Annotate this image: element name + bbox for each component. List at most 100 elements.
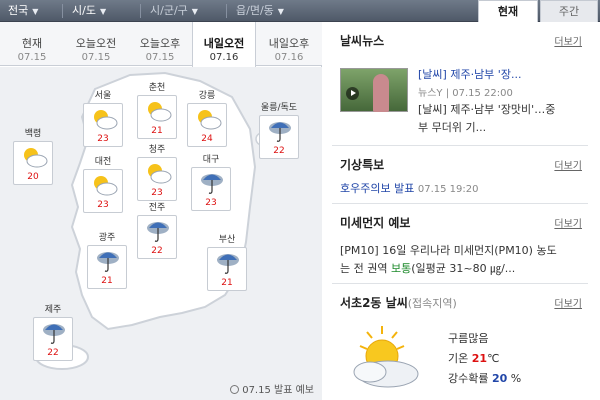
dust-level: 보통 bbox=[390, 262, 412, 275]
divider bbox=[140, 4, 141, 18]
alert-text[interactable]: 호우주의보 발표 bbox=[340, 182, 414, 195]
partly-cloudy-icon bbox=[198, 110, 222, 130]
dust-line2[interactable]: 는 전 권역 보통(일평균 31~80 ㎍/... bbox=[340, 260, 588, 276]
tab-today-am[interactable]: 오늘오전 07.15 bbox=[64, 22, 128, 66]
location-town-select[interactable]: 읍/면/동 ▼ bbox=[228, 0, 310, 22]
weather-card: 22 bbox=[137, 215, 177, 259]
chevron-down-icon: ▼ bbox=[277, 7, 284, 16]
city-gwangju[interactable]: 광주 21 bbox=[84, 233, 130, 289]
news-headline: 제주·남부 '장... bbox=[450, 68, 522, 81]
temp-unit: ℃ bbox=[487, 352, 500, 365]
news-summary-line2[interactable]: 부 무더위 기... bbox=[418, 119, 588, 135]
more-link[interactable]: 더보기 bbox=[554, 33, 582, 48]
korea-map: 백령 20 서울 23 춘천 21 강릉 24 울릉/독도 22 대전 23 청… bbox=[0, 67, 322, 400]
partly-cloudy-icon bbox=[148, 164, 172, 184]
city-baengnyeong[interactable]: 백령 20 bbox=[10, 129, 56, 185]
more-link[interactable]: 더보기 bbox=[554, 215, 582, 230]
section-title: 서초2동 날씨(접속지역) bbox=[340, 294, 457, 311]
section-title: 미세먼지 예보 bbox=[340, 216, 411, 230]
city-jeonju[interactable]: 전주 22 bbox=[134, 203, 180, 259]
location-city-select[interactable]: 시/군/구 ▼ bbox=[142, 0, 224, 22]
section-title: 날씨뉴스 bbox=[340, 34, 385, 48]
toggle-weekly[interactable]: 주간 bbox=[540, 0, 598, 22]
tab-now[interactable]: 현재 07.15 bbox=[0, 22, 64, 66]
city-daejeon[interactable]: 대전 23 bbox=[80, 157, 126, 213]
local-rain-line: 강수확률 20 % bbox=[448, 370, 521, 386]
location-town-label: 읍/면/동 bbox=[236, 4, 274, 17]
location-country-select[interactable]: 전국 ▼ bbox=[0, 0, 60, 22]
weather-card: 23 bbox=[137, 157, 177, 201]
partly-cloudy-icon bbox=[353, 326, 419, 388]
weather-news-section: 날씨뉴스 더보기 [날씨] 제주·남부 '장... 뉴스Y | 07.15 22… bbox=[332, 22, 588, 146]
news-summary-line1[interactable]: [날씨] 제주·남부 '장맛비'…중 bbox=[418, 101, 588, 117]
more-link[interactable]: 더보기 bbox=[554, 295, 582, 310]
rain-icon bbox=[269, 122, 291, 142]
weather-card: 21 bbox=[137, 95, 177, 139]
city-name: 서울 bbox=[94, 91, 112, 101]
tab-date: 07.15 bbox=[145, 52, 175, 63]
news-video-thumbnail[interactable] bbox=[340, 68, 408, 112]
city-temp: 23 bbox=[97, 200, 109, 210]
rain-icon bbox=[201, 174, 223, 194]
time-tabs: 현재 07.15 오늘오전 07.15 오늘오후 07.15 내일오전 07.1… bbox=[0, 22, 322, 67]
weather-card: 20 bbox=[13, 141, 53, 185]
rain-icon bbox=[97, 252, 119, 272]
news-time: 07.15 22:00 bbox=[452, 88, 513, 99]
city-name: 청주 bbox=[148, 145, 166, 155]
city-gangneung[interactable]: 강릉 24 bbox=[184, 91, 230, 147]
clock-icon bbox=[230, 385, 240, 394]
location-province-select[interactable]: 시/도 ▼ bbox=[64, 0, 136, 22]
city-name: 백령 bbox=[24, 129, 42, 139]
tab-tomorrow-am[interactable]: 내일오전 07.16 bbox=[192, 22, 256, 67]
tab-tomorrow-pm[interactable]: 내일오후 07.16 bbox=[256, 22, 322, 66]
city-name: 울릉/독도 bbox=[260, 103, 298, 113]
tab-today-pm[interactable]: 오늘오후 07.15 bbox=[128, 22, 192, 66]
city-name: 대전 bbox=[94, 157, 112, 167]
partly-cloudy-icon bbox=[148, 102, 172, 122]
city-seoul[interactable]: 서울 23 bbox=[80, 91, 126, 147]
city-cheongju[interactable]: 청주 23 bbox=[134, 145, 180, 201]
city-busan[interactable]: 부산 21 bbox=[204, 235, 250, 291]
location-city-label: 시/군/구 bbox=[150, 4, 188, 17]
alert-line: 호우주의보 발표 07.15 19:20 bbox=[340, 180, 478, 196]
toggle-current[interactable]: 현재 bbox=[478, 0, 538, 22]
partly-cloudy-icon bbox=[24, 148, 48, 168]
weather-card: 22 bbox=[259, 115, 299, 159]
weather-card: 22 bbox=[33, 317, 73, 361]
side-panel: 날씨뉴스 더보기 [날씨] 제주·남부 '장... 뉴스Y | 07.15 22… bbox=[332, 22, 600, 400]
fine-dust-section: 미세먼지 예보 더보기 [PM10] 16일 우리나라 미세먼지(PM10) 농… bbox=[332, 204, 588, 284]
dust-text-a: 는 전 권역 bbox=[340, 262, 391, 275]
city-temp: 20 bbox=[27, 172, 39, 182]
dust-text-b: (일평균 31~80 ㎍/... bbox=[411, 262, 516, 275]
city-jeju[interactable]: 제주 22 bbox=[30, 305, 76, 361]
city-name: 전주 bbox=[148, 203, 166, 213]
city-temp: 21 bbox=[151, 126, 163, 136]
city-daegu[interactable]: 대구 23 bbox=[188, 155, 234, 211]
tab-label: 오늘오후 bbox=[139, 37, 181, 50]
city-temp: 22 bbox=[47, 348, 59, 358]
rain-icon bbox=[147, 222, 169, 242]
rain-unit: % bbox=[510, 372, 522, 385]
rain-icon bbox=[217, 254, 239, 274]
city-name: 강릉 bbox=[198, 91, 216, 101]
forecast-issued-text: 07.15 발표 예보 bbox=[242, 385, 314, 396]
city-temp: 22 bbox=[273, 146, 285, 156]
more-link[interactable]: 더보기 bbox=[554, 157, 582, 172]
city-chuncheon[interactable]: 춘천 21 bbox=[134, 83, 180, 139]
news-tag: [날씨] bbox=[418, 68, 447, 81]
dust-line1[interactable]: [PM10] 16일 우리나라 미세먼지(PM10) 농도 bbox=[340, 242, 588, 258]
chevron-down-icon: ▼ bbox=[191, 7, 198, 16]
weather-card: 21 bbox=[87, 245, 127, 289]
tab-date: 07.16 bbox=[274, 52, 304, 63]
city-temp: 21 bbox=[221, 278, 233, 288]
location-country-label: 전국 bbox=[8, 4, 29, 17]
city-name: 부산 bbox=[218, 235, 236, 245]
tab-label: 현재 bbox=[21, 37, 43, 50]
news-anchor-image bbox=[373, 74, 389, 112]
forecast-map-panel: 현재 07.15 오늘오전 07.15 오늘오후 07.15 내일오전 07.1… bbox=[0, 22, 322, 400]
news-headline-link[interactable]: [날씨] 제주·남부 '장... bbox=[418, 66, 586, 82]
tab-date: 07.15 bbox=[81, 52, 111, 63]
local-subtitle: (접속지역) bbox=[407, 297, 457, 310]
city-ulleung-dokdo[interactable]: 울릉/독도 22 bbox=[256, 103, 302, 159]
tab-label: 오늘오전 bbox=[75, 37, 117, 50]
